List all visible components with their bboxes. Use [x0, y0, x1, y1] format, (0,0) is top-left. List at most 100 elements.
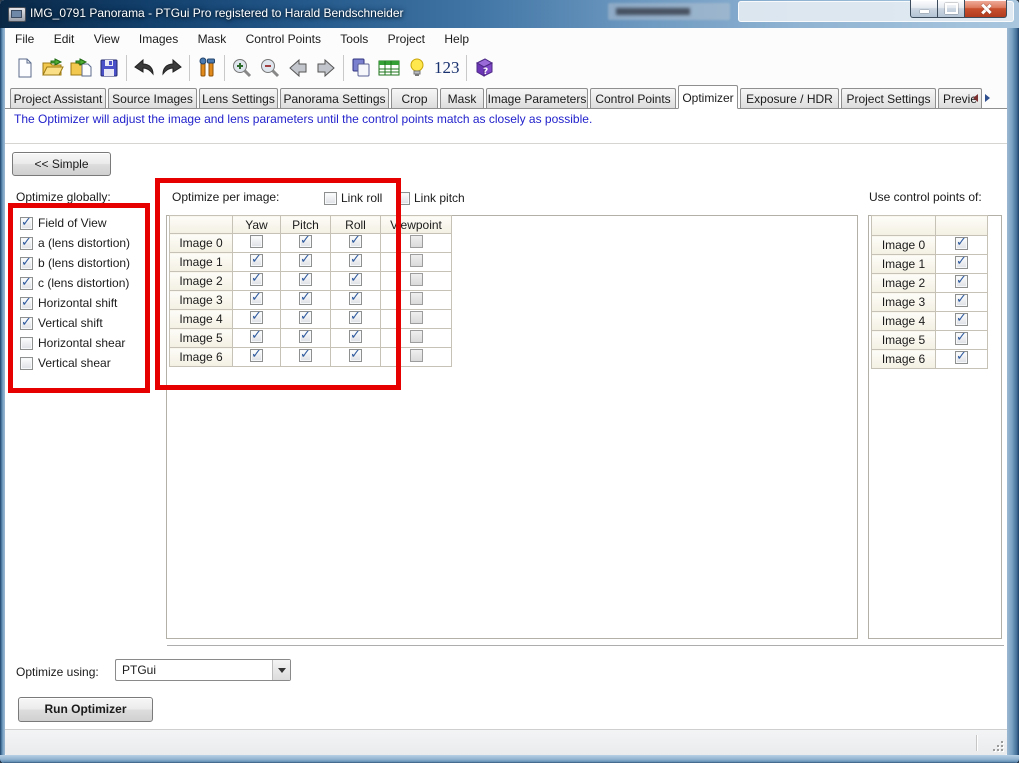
- global-option-b-lens[interactable]: b (lens distortion): [20, 255, 130, 271]
- menu-view[interactable]: View: [86, 28, 128, 51]
- checkbox[interactable]: [410, 273, 423, 286]
- checkbox[interactable]: [299, 311, 312, 324]
- checkbox[interactable]: [20, 337, 33, 350]
- tab-project-assistant[interactable]: Project Assistant: [10, 88, 106, 108]
- checkbox[interactable]: [250, 235, 263, 248]
- simple-mode-button[interactable]: << Simple: [12, 152, 111, 176]
- checkbox[interactable]: [349, 311, 362, 324]
- global-option-vertical-shift[interactable]: Vertical shift: [20, 315, 103, 331]
- checkbox[interactable]: [299, 254, 312, 267]
- tab-control-points[interactable]: Control Points: [590, 88, 676, 108]
- checkbox[interactable]: [955, 237, 968, 250]
- tab-mask[interactable]: Mask: [440, 88, 484, 108]
- global-option-a-lens[interactable]: a (lens distortion): [20, 235, 130, 251]
- next-icon[interactable]: [312, 54, 340, 82]
- optimizer-engine-select[interactable]: PTGui: [115, 659, 291, 681]
- checkbox[interactable]: [349, 254, 362, 267]
- menu-project[interactable]: Project: [380, 28, 433, 51]
- resize-grip[interactable]: [990, 738, 1003, 751]
- menu-edit[interactable]: Edit: [46, 28, 83, 51]
- help-book-icon[interactable]: ?: [470, 54, 498, 82]
- menu-help[interactable]: Help: [436, 28, 477, 51]
- tab-scroll-left-button[interactable]: [969, 91, 981, 105]
- menu-file[interactable]: File: [7, 28, 42, 51]
- checkbox[interactable]: [410, 235, 423, 248]
- tab-crop[interactable]: Crop: [391, 88, 438, 108]
- global-option-horizontal-shift[interactable]: Horizontal shift: [20, 295, 117, 311]
- checkbox[interactable]: [250, 349, 263, 362]
- checkbox[interactable]: [20, 357, 33, 370]
- open-copy-icon[interactable]: [67, 54, 95, 82]
- checkbox[interactable]: [20, 277, 33, 290]
- menu-tools[interactable]: Tools: [332, 28, 376, 51]
- checkbox[interactable]: [250, 254, 263, 267]
- checkbox[interactable]: [410, 349, 423, 362]
- tab-source-images[interactable]: Source Images: [108, 88, 197, 108]
- checkbox[interactable]: [397, 192, 410, 205]
- global-option-field-of-view[interactable]: Field of View: [20, 215, 106, 231]
- menu-control-points[interactable]: Control Points: [238, 28, 329, 51]
- open-project-icon[interactable]: [39, 54, 67, 82]
- link-roll-checkbox[interactable]: Link roll: [324, 191, 382, 205]
- global-option-horizontal-shear[interactable]: Horizontal shear: [20, 335, 125, 351]
- checkbox[interactable]: [250, 292, 263, 305]
- checkbox[interactable]: [955, 275, 968, 288]
- table-icon[interactable]: [375, 54, 403, 82]
- checkbox[interactable]: [349, 273, 362, 286]
- global-option-c-lens[interactable]: c (lens distortion): [20, 275, 129, 291]
- menu-images[interactable]: Images: [131, 28, 186, 51]
- checkbox[interactable]: [955, 294, 968, 307]
- zoom-out-icon[interactable]: [256, 54, 284, 82]
- checkbox[interactable]: [20, 217, 33, 230]
- tab-panorama-settings[interactable]: Panorama Settings: [280, 88, 389, 108]
- previous-icon[interactable]: [284, 54, 312, 82]
- checkbox[interactable]: [299, 330, 312, 343]
- global-option-vertical-shear[interactable]: Vertical shear: [20, 355, 111, 371]
- checkbox[interactable]: [20, 257, 33, 270]
- checkbox[interactable]: [250, 330, 263, 343]
- tab-exposure-hdr[interactable]: Exposure / HDR: [740, 88, 839, 108]
- checkbox[interactable]: [299, 349, 312, 362]
- tab-lens-settings[interactable]: Lens Settings: [199, 88, 278, 108]
- title-bar[interactable]: IMG_0791 Panorama - PTGui Pro registered…: [0, 0, 1019, 28]
- close-button[interactable]: [964, 0, 1007, 18]
- checkbox[interactable]: [955, 256, 968, 269]
- checkbox[interactable]: [20, 317, 33, 330]
- tools-icon[interactable]: [193, 54, 221, 82]
- checkbox[interactable]: [20, 297, 33, 310]
- minimize-button[interactable]: [910, 0, 938, 18]
- menu-mask[interactable]: Mask: [190, 28, 235, 51]
- new-project-icon[interactable]: [11, 54, 39, 82]
- checkbox[interactable]: [299, 273, 312, 286]
- dropdown-button[interactable]: [272, 660, 290, 680]
- checkbox[interactable]: [349, 292, 362, 305]
- tab-image-parameters[interactable]: Image Parameters: [486, 88, 588, 108]
- checkbox[interactable]: [250, 273, 263, 286]
- zoom-in-icon[interactable]: [228, 54, 256, 82]
- checkbox[interactable]: [955, 332, 968, 345]
- checkbox[interactable]: [299, 292, 312, 305]
- checkbox[interactable]: [955, 313, 968, 326]
- tab-optimizer[interactable]: Optimizer: [678, 85, 738, 109]
- run-optimizer-button[interactable]: Run Optimizer: [18, 697, 153, 722]
- checkbox[interactable]: [955, 351, 968, 364]
- redo-icon[interactable]: [158, 54, 186, 82]
- checkbox[interactable]: [349, 349, 362, 362]
- undo-icon[interactable]: [130, 54, 158, 82]
- checkbox[interactable]: [250, 311, 263, 324]
- checkbox[interactable]: [299, 235, 312, 248]
- tab-scroll-right-button[interactable]: [981, 91, 993, 105]
- link-pitch-checkbox[interactable]: Link pitch: [397, 191, 465, 205]
- checkbox[interactable]: [349, 235, 362, 248]
- bulb-icon[interactable]: [403, 54, 431, 82]
- tab-project-settings[interactable]: Project Settings: [841, 88, 936, 108]
- checkbox[interactable]: [349, 330, 362, 343]
- checkbox[interactable]: [324, 192, 337, 205]
- checkbox[interactable]: [410, 330, 423, 343]
- checkbox[interactable]: [20, 237, 33, 250]
- save-icon[interactable]: [95, 54, 123, 82]
- checkbox[interactable]: [410, 254, 423, 267]
- checkbox[interactable]: [410, 292, 423, 305]
- maximize-button[interactable]: [938, 0, 964, 18]
- numbers-icon[interactable]: 123: [431, 58, 463, 78]
